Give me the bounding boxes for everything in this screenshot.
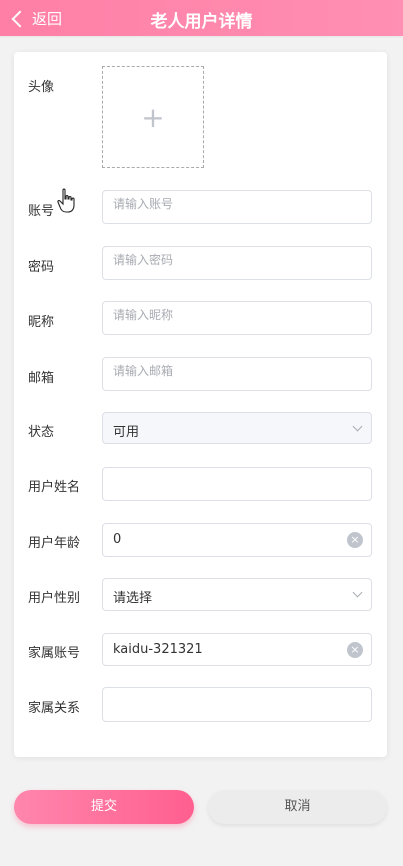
account-placeholder: 请输入账号	[113, 197, 174, 211]
avatar-label: 头像	[28, 80, 55, 95]
status-value: 可用	[113, 425, 140, 440]
nickname-placeholder: 请输入昵称	[113, 308, 174, 322]
avatar-upload[interactable]: +	[102, 66, 204, 168]
relation-input[interactable]	[102, 687, 372, 722]
email-input[interactable]: 请输入邮箱	[102, 357, 372, 391]
relation-label: 家属关系	[28, 701, 81, 716]
gender-label: 用户性别	[28, 591, 81, 606]
hand-cursor-icon	[57, 188, 75, 213]
account-input[interactable]: 请输入账号	[102, 190, 372, 224]
gender-value: 请选择	[113, 591, 153, 606]
cancel-button[interactable]: 取消	[208, 790, 387, 824]
email-label: 邮箱	[28, 371, 55, 386]
header: 返回 老人用户详情	[0, 0, 403, 36]
page-title: 老人用户详情	[150, 12, 253, 32]
chevron-down-icon	[352, 421, 363, 432]
name-label: 用户姓名	[28, 480, 81, 495]
family-account-input[interactable]: kaidu-321321 ×	[102, 633, 372, 666]
gender-select[interactable]: 请选择	[102, 578, 372, 611]
age-input[interactable]: 0 ×	[102, 523, 372, 557]
clear-icon[interactable]: ×	[347, 642, 363, 658]
age-value: 0	[113, 532, 122, 547]
form-card: 头像 + 账号 请输入账号 密码 请输入密码 昵称 请输入昵称 邮箱 请输入邮箱…	[14, 52, 387, 757]
plus-icon: +	[141, 101, 165, 134]
nickname-input[interactable]: 请输入昵称	[102, 301, 372, 335]
password-input[interactable]: 请输入密码	[102, 246, 372, 280]
chevron-down-icon	[352, 587, 363, 598]
submit-button[interactable]: 提交	[14, 790, 194, 824]
password-label: 密码	[28, 260, 55, 275]
password-placeholder: 请输入密码	[113, 253, 174, 267]
account-label: 账号	[28, 204, 55, 219]
status-label: 状态	[28, 425, 55, 440]
nickname-label: 昵称	[28, 315, 55, 330]
status-select[interactable]: 可用	[102, 412, 372, 444]
clear-icon[interactable]: ×	[347, 532, 363, 548]
family-account-label: 家属账号	[28, 646, 81, 661]
name-input[interactable]	[102, 467, 372, 501]
email-placeholder: 请输入邮箱	[113, 364, 174, 378]
age-label: 用户年龄	[28, 536, 81, 551]
family-account-value: kaidu-321321	[113, 642, 203, 657]
